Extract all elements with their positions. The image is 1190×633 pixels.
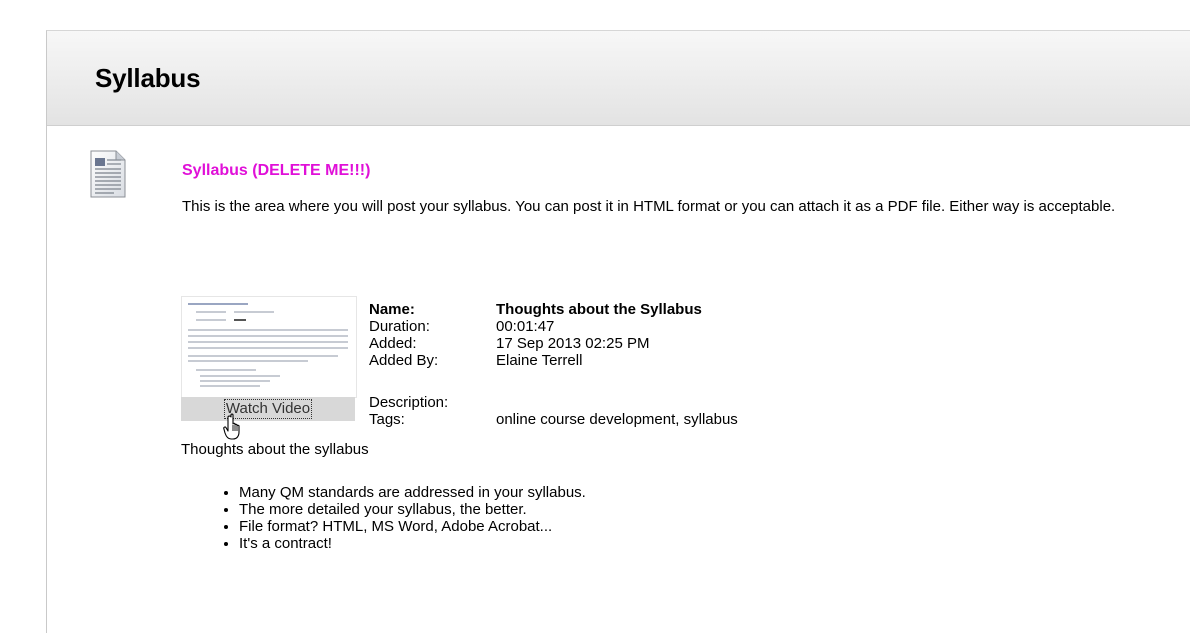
watch-video-button[interactable]: Watch Video (181, 397, 355, 421)
video-description-label: Description: (369, 394, 449, 411)
hand-pointer-icon (223, 413, 240, 440)
video-description-row: Description: (369, 394, 494, 411)
list-item: It's a contract! (239, 535, 586, 552)
item-title-link[interactable]: Syllabus (DELETE ME!!!) (182, 162, 370, 180)
page-header: Syllabus (47, 31, 1190, 126)
video-tags-label: Tags: (369, 411, 405, 428)
video-name-row: Name: Thoughts about the Syllabus (369, 301, 702, 318)
video-duration-row: Duration: 00:01:47 (369, 318, 554, 335)
list-item: The more detailed your syllabus, the bet… (239, 501, 586, 518)
video-added-by-row: Added By: Elaine Terrell (369, 352, 582, 369)
content-frame: Syllabus Syllabus (DELETE ME!!!) This is… (46, 30, 1190, 633)
page-title: Syllabus (95, 63, 201, 93)
video-added-label: Added: (369, 335, 417, 352)
document-icon (90, 150, 126, 198)
video-added-by-value: Elaine Terrell (496, 352, 583, 369)
list-item: File format? HTML, MS Word, Adobe Acroba… (239, 518, 586, 535)
video-added-by-label: Added By: (369, 352, 439, 369)
video-name-label: Name: (369, 301, 415, 318)
video-added-row: Added: 17 Sep 2013 02:25 PM (369, 335, 649, 352)
video-caption: Thoughts about the syllabus (181, 441, 369, 458)
video-duration-label: Duration: (369, 318, 430, 335)
video-tags-value: online course development, syllabus (496, 411, 738, 428)
list-item: Many QM standards are addressed in your … (239, 484, 586, 501)
video-added-value: 17 Sep 2013 02:25 PM (496, 335, 650, 352)
video-thumbnail[interactable] (181, 296, 357, 398)
bullet-list: Many QM standards are addressed in your … (221, 484, 586, 552)
video-name-value: Thoughts about the Syllabus (496, 301, 702, 318)
page: Syllabus Syllabus (DELETE ME!!!) This is… (0, 0, 1190, 633)
video-duration-value: 00:01:47 (496, 318, 555, 335)
video-tags-row: Tags: online course development, syllabu… (369, 411, 738, 428)
item-description: This is the area where you will post you… (182, 198, 1116, 215)
